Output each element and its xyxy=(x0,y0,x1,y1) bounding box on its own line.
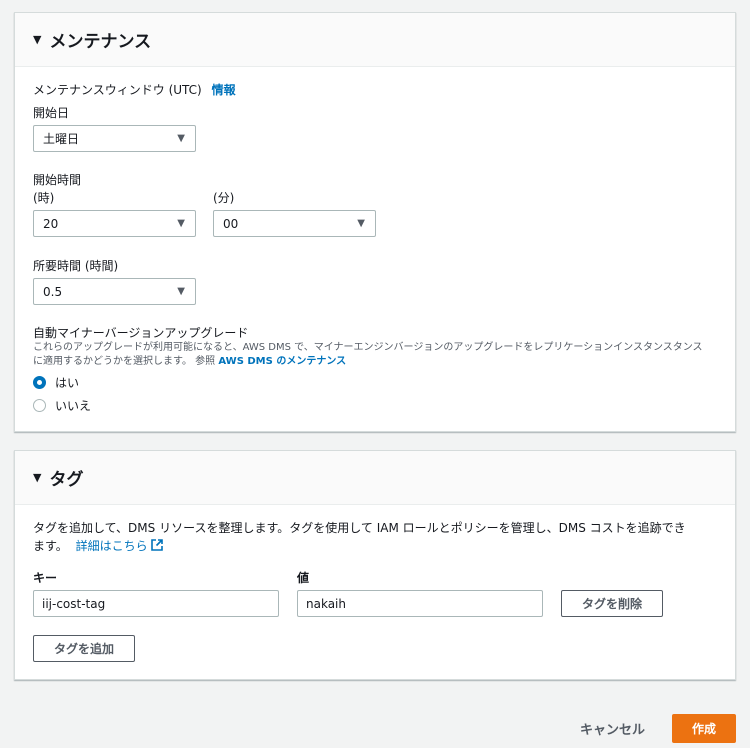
dropdown-arrow-icon: ▼ xyxy=(357,218,365,229)
maintenance-window-text: メンテナンスウィンドウ (UTC) xyxy=(33,83,202,97)
radio-unselected-icon[interactable] xyxy=(33,399,46,412)
minute-value: 00 xyxy=(223,216,239,231)
auto-upgrade-desc-text: に適用するかどうかを選択します。 参照 xyxy=(33,356,216,367)
maintenance-panel: ▼ メンテナンス メンテナンスウィンドウ (UTC) 情報 開始日 土曜日 ▼ … xyxy=(14,12,736,432)
duration-value: 0.5 xyxy=(43,284,63,299)
start-time-label: 開始時間 xyxy=(33,173,82,187)
radio-selected-icon[interactable] xyxy=(33,376,46,389)
hour-value: 20 xyxy=(43,216,59,231)
cancel-button[interactable]: キャンセル xyxy=(580,719,645,738)
tags-panel: ▼ タグ タグを追加して、DMS リソースを整理します。タグを使用して IAM … xyxy=(14,450,736,680)
tag-key-input[interactable]: iij-cost-tag xyxy=(33,590,279,617)
tags-desc-line2: ます。 詳細はこちら xyxy=(33,537,164,554)
dms-maintenance-link[interactable]: AWS DMS のメンテナンス xyxy=(218,356,346,367)
tag-value-input[interactable]: nakaih xyxy=(297,590,543,617)
dropdown-arrow-icon: ▼ xyxy=(177,218,185,229)
start-day-select[interactable]: 土曜日 ▼ xyxy=(33,125,196,152)
learn-more-link[interactable]: 詳細はこちら xyxy=(76,539,164,553)
caret-down-icon[interactable]: ▼ xyxy=(33,33,41,46)
tags-header[interactable]: ▼ タグ xyxy=(15,451,735,505)
tags-title: タグ xyxy=(49,470,84,490)
maintenance-window-label: メンテナンスウィンドウ (UTC) 情報 xyxy=(33,81,236,98)
create-button[interactable]: 作成 xyxy=(672,714,736,743)
radio-yes-label: はい xyxy=(55,376,80,390)
dropdown-arrow-icon: ▼ xyxy=(177,133,185,144)
remove-tag-button[interactable]: タグを削除 xyxy=(561,590,663,617)
external-link-icon xyxy=(151,539,164,551)
key-label: キー xyxy=(33,571,58,585)
minute-select[interactable]: 00 ▼ xyxy=(213,210,376,237)
add-tag-button[interactable]: タグを追加 xyxy=(33,635,135,662)
tags-desc-line1: タグを追加して、DMS リソースを整理します。タグを使用して IAM ロールとポ… xyxy=(33,521,686,535)
info-link[interactable]: 情報 xyxy=(212,83,236,97)
dropdown-arrow-icon: ▼ xyxy=(177,286,185,297)
hour-select[interactable]: 20 ▼ xyxy=(33,210,196,237)
maintenance-title: メンテナンス xyxy=(49,32,152,52)
auto-upgrade-desc-line1: これらのアップグレードが利用可能になると、AWS DMS で、マイナーエンジンバ… xyxy=(33,342,703,353)
radio-yes[interactable]: はい xyxy=(33,374,79,391)
radio-no-label: いいえ xyxy=(55,399,92,413)
hour-label: (時) xyxy=(33,191,55,205)
value-label: 値 xyxy=(297,571,310,585)
minute-label: (分) xyxy=(213,191,235,205)
learn-more-label: 詳細はこちら xyxy=(75,539,148,553)
maintenance-header[interactable]: ▼ メンテナンス xyxy=(15,13,735,67)
start-day-value: 土曜日 xyxy=(43,132,80,146)
caret-down-icon[interactable]: ▼ xyxy=(33,471,41,484)
duration-label: 所要時間 (時間) xyxy=(33,259,119,273)
duration-select[interactable]: 0.5 ▼ xyxy=(33,278,196,305)
auto-upgrade-label: 自動マイナーバージョンアップグレード xyxy=(33,326,249,340)
tags-desc-text: ます。 xyxy=(33,539,68,553)
start-day-label: 開始日 xyxy=(33,106,70,120)
auto-upgrade-desc-line2: に適用するかどうかを選択します。 参照 AWS DMS のメンテナンス xyxy=(33,355,346,369)
radio-no[interactable]: いいえ xyxy=(33,397,91,414)
